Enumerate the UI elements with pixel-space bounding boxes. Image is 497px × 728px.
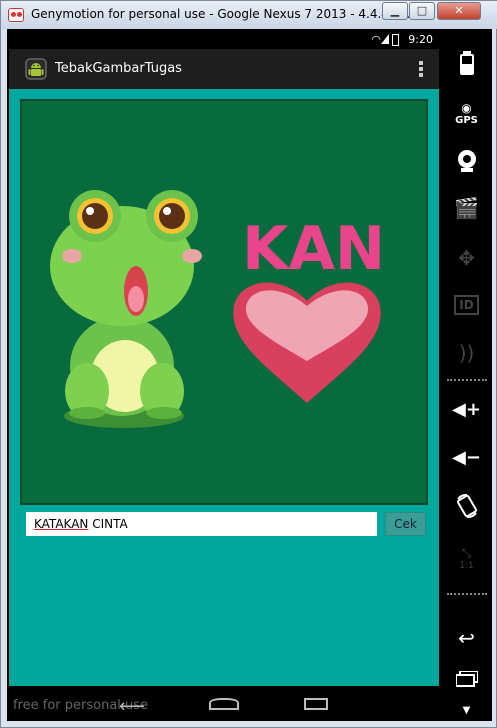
battery-icon xyxy=(392,34,399,46)
recents-icon[interactable] xyxy=(304,698,328,710)
puzzle-image: KAN xyxy=(20,99,428,505)
main-content: KAN KATAKAN CINTA Cek xyxy=(9,89,439,686)
frog-heart-illustration: KAN xyxy=(50,190,385,428)
action-bar: TebakGambarTugas xyxy=(9,49,439,89)
wifi-icon: ◠ xyxy=(371,33,381,46)
gps-widget-icon[interactable]: ◉ GPS xyxy=(441,101,492,126)
volume-up-icon[interactable]: ◀+ xyxy=(441,399,492,420)
scroll-down-icon[interactable]: ▼ xyxy=(441,705,492,716)
app-title: TebakGambarTugas xyxy=(55,61,182,76)
cast-widget-icon[interactable]: )) xyxy=(441,341,492,365)
close-button[interactable]: ✕ xyxy=(437,2,481,20)
status-time: 9:20 xyxy=(408,33,433,46)
genymotion-side-panel: ◉ GPS 🎬 ✥ ID )) ◀+ ◀− ⤡ 1:1 ↩ ▼ xyxy=(441,31,492,721)
maximize-button[interactable]: □ xyxy=(409,2,435,20)
capture-widget-icon[interactable]: 🎬 xyxy=(441,196,492,220)
rotate-icon[interactable] xyxy=(441,493,492,523)
emulator-window: Genymotion for personal use - Google Nex… xyxy=(0,0,497,728)
overflow-menu-icon[interactable] xyxy=(419,61,423,77)
volume-down-icon[interactable]: ◀− xyxy=(441,447,492,468)
recent-apps-icon[interactable] xyxy=(441,670,492,691)
heart-icon xyxy=(233,282,381,403)
android-app-icon[interactable] xyxy=(23,56,49,82)
minimize-button[interactable]: ▁ xyxy=(382,2,408,20)
android-nav-bar: free for personal use ⟵ xyxy=(9,686,439,721)
back-icon[interactable]: ⟵ xyxy=(119,696,145,717)
webcam-widget-icon[interactable] xyxy=(441,149,492,177)
signal-icon xyxy=(381,34,389,44)
device-id-widget-icon[interactable]: ID xyxy=(441,294,492,315)
pixel-perfect-icon[interactable]: ⤡ 1:1 xyxy=(441,546,492,571)
home-icon[interactable] xyxy=(209,698,239,710)
frog-icon xyxy=(50,190,202,428)
genymotion-logo-icon xyxy=(8,8,24,22)
answer-input-value: KATAKAN CINTA xyxy=(34,517,128,531)
side-separator xyxy=(447,379,487,381)
puzzle-word: KAN xyxy=(242,214,385,284)
android-status-bar: ◠ 9:20 xyxy=(9,31,439,49)
window-titlebar[interactable]: Genymotion for personal use - Google Nex… xyxy=(1,1,497,29)
side-separator-2 xyxy=(447,593,487,595)
dpad-widget-icon[interactable]: ✥ xyxy=(441,246,492,270)
back-button-icon[interactable]: ↩ xyxy=(441,626,492,650)
window-title: Genymotion for personal use - Google Nex… xyxy=(31,7,432,21)
battery-widget-icon[interactable] xyxy=(441,51,492,79)
check-button[interactable]: Cek xyxy=(385,512,426,536)
